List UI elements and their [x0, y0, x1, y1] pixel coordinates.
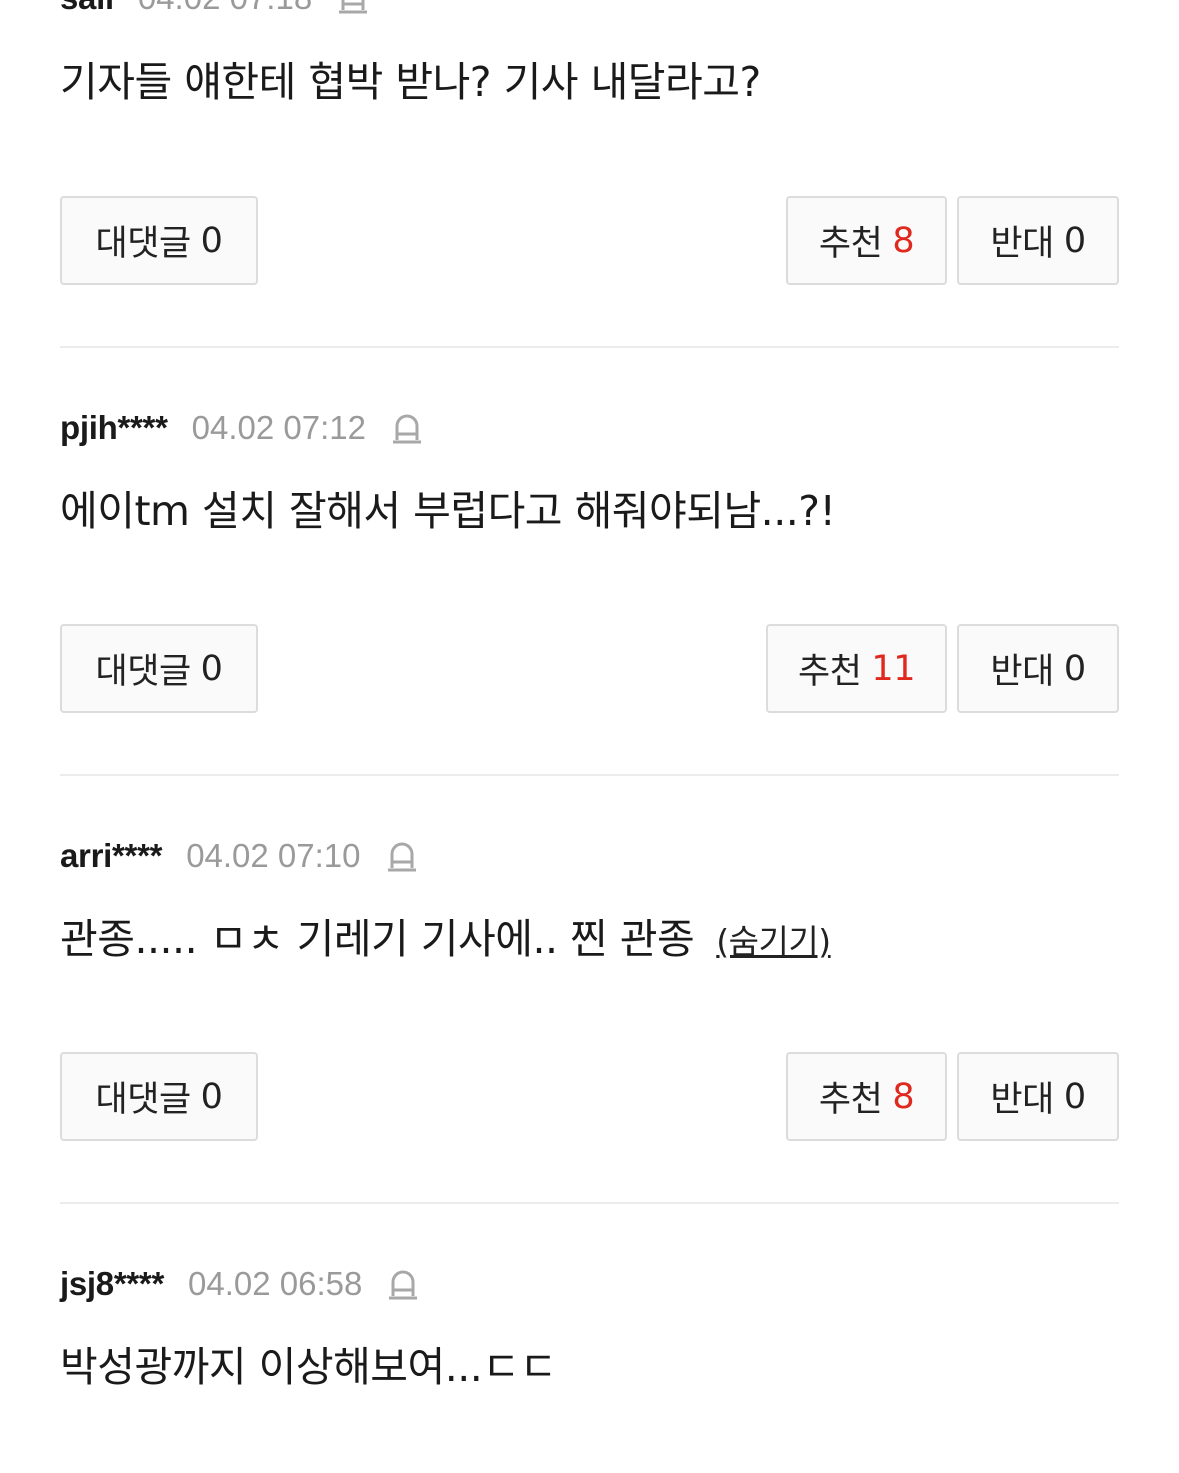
- comment-item: pjih**** 04.02 07:12 에이tm 설치 잘해서 부럽다고 해줘…: [60, 408, 1119, 718]
- reply-count: 0: [200, 648, 223, 689]
- dislike-label: 반대: [990, 652, 1054, 692]
- comment-username[interactable]: pjih****: [60, 409, 168, 447]
- dislike-label: 반대: [990, 1080, 1054, 1120]
- comment-item: sall 04.02 07:18 기자들 얘한테 협박 받나? 기사 내달라고?…: [60, 0, 1119, 300]
- siren-icon[interactable]: [390, 408, 424, 448]
- comment-timestamp: 04.02 07:10: [186, 837, 361, 874]
- reply-count: 0: [200, 1076, 223, 1117]
- comment-meta: sall 04.02 07:18: [60, 0, 370, 18]
- like-count: 8: [892, 220, 915, 261]
- siren-icon[interactable]: [386, 1264, 420, 1304]
- divider: [60, 1202, 1119, 1204]
- like-label: 추천: [798, 652, 862, 692]
- siren-icon[interactable]: [385, 836, 419, 876]
- comment-meta: arri**** 04.02 07:10: [60, 836, 419, 876]
- dislike-button[interactable]: 반대 0: [957, 1052, 1119, 1141]
- dislike-count: 0: [1063, 1076, 1086, 1117]
- divider: [60, 774, 1119, 776]
- like-label: 추천: [818, 224, 883, 264]
- reply-label: 대댓글: [95, 652, 192, 692]
- comment-item: jsj8**** 04.02 06:58 박성광까지 이상해보여...ㄷㄷ: [60, 1264, 1119, 1464]
- like-label: 추천: [818, 1080, 883, 1120]
- comment-text: 에이tm 설치 잘해서 부럽다고 해줘야되남...?!: [60, 487, 836, 535]
- reply-label: 대댓글: [95, 224, 192, 264]
- comment-list: sall 04.02 07:18 기자들 얘한테 협박 받나? 기사 내달라고?…: [0, 0, 1179, 1473]
- dislike-count: 0: [1063, 220, 1086, 261]
- like-button[interactable]: 추천 8: [786, 1052, 947, 1141]
- dislike-label: 반대: [990, 224, 1054, 264]
- reply-button[interactable]: 대댓글 0: [60, 624, 258, 713]
- comment-text: 관종..... ㅁㅊ 기레기 기사에.. 찐 관종: [60, 915, 695, 963]
- comment-text-row: 관종..... ㅁㅊ 기레기 기사에.. 찐 관종 (숨기기): [60, 914, 831, 967]
- comment-meta: jsj8**** 04.02 06:58: [60, 1264, 420, 1304]
- dislike-button[interactable]: 반대 0: [957, 624, 1119, 713]
- reply-label: 대댓글: [95, 1080, 192, 1120]
- comment-item: arri**** 04.02 07:10 관종..... ㅁㅊ 기레기 기사에.…: [60, 836, 1119, 1146]
- comment-text: 박성광까지 이상해보여...ㄷㄷ: [60, 1343, 557, 1391]
- comment-timestamp: 04.02 07:12: [191, 409, 366, 446]
- comment-timestamp: 04.02 06:58: [188, 1265, 363, 1302]
- reply-button[interactable]: 대댓글 0: [60, 1052, 258, 1141]
- reply-count: 0: [200, 220, 223, 261]
- comment-timestamp: 04.02 07:18: [138, 0, 312, 17]
- like-button[interactable]: 추천 8: [786, 196, 947, 285]
- dislike-count: 0: [1063, 648, 1086, 689]
- like-count: 11: [871, 648, 915, 689]
- hide-link[interactable]: (숨기기): [716, 922, 831, 961]
- comment-username[interactable]: jsj8****: [60, 1265, 164, 1303]
- like-button[interactable]: 추천 11: [766, 624, 947, 713]
- comment-username[interactable]: sall: [60, 0, 114, 17]
- divider: [60, 346, 1119, 348]
- comment-text: 기자들 얘한테 협박 받나? 기사 내달라고?: [60, 58, 761, 106]
- comment-meta: pjih**** 04.02 07:12: [60, 408, 424, 448]
- dislike-button[interactable]: 반대 0: [957, 196, 1119, 285]
- comment-username[interactable]: arri****: [60, 837, 162, 875]
- reply-button[interactable]: 대댓글 0: [60, 196, 258, 285]
- like-count: 8: [892, 1076, 915, 1117]
- siren-icon[interactable]: [336, 0, 370, 18]
